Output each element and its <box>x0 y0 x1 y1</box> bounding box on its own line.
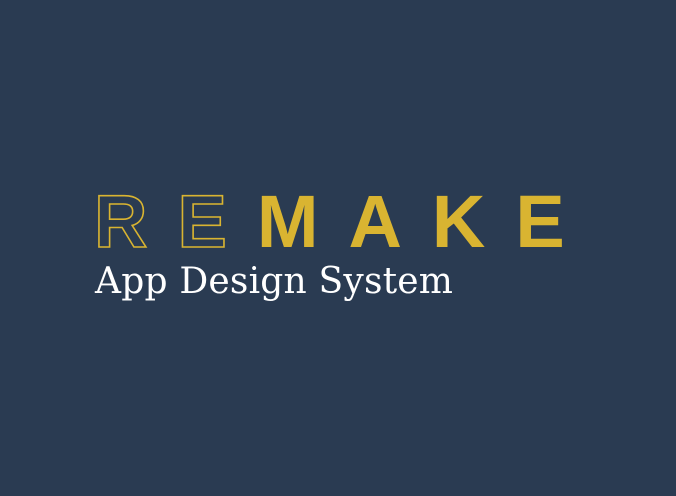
svg-text:REMAKE: REMAKE <box>94 180 595 263</box>
brand-lockup: REMAKE App Design System <box>93 179 594 342</box>
logo-outline-text: RE <box>94 180 257 263</box>
remake-logo: REMAKE <box>93 179 565 264</box>
logo-solid-text: MAKE <box>257 180 595 263</box>
tagline: App Design System <box>95 261 454 302</box>
